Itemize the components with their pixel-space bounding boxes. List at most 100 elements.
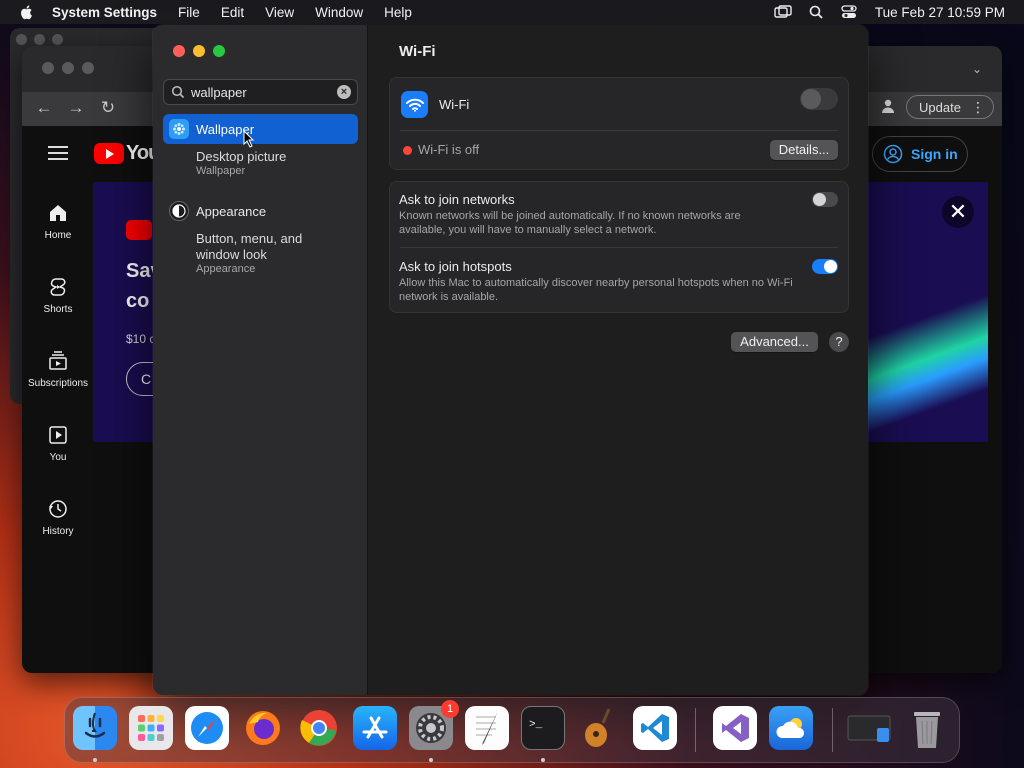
wifi-label: Wi-Fi: [439, 97, 470, 112]
traffic-light-dim: [34, 34, 45, 45]
dock-textedit[interactable]: [465, 706, 509, 750]
yt-nav-shorts[interactable]: Shorts: [22, 276, 94, 315]
screen-mirroring-icon[interactable]: [774, 5, 792, 19]
spotlight-search-icon[interactable]: [807, 5, 825, 19]
downloads-stack-icon: [847, 715, 891, 742]
search-result-appearance[interactable]: Appearance Button, menu, and window look…: [163, 196, 358, 276]
yt-nav-home[interactable]: Home: [22, 202, 94, 241]
sidebar-item-appearance[interactable]: Appearance: [163, 196, 358, 226]
history-icon: [49, 500, 67, 518]
wifi-toggle[interactable]: [800, 88, 838, 110]
terminal-icon: >_: [529, 719, 543, 731]
apple-menu-icon[interactable]: [19, 4, 35, 20]
menu-help[interactable]: Help: [384, 5, 412, 20]
back-arrow-icon[interactable]: ←: [34, 98, 54, 118]
menubar-clock[interactable]: Tue Feb 27 10:59 PM: [875, 5, 1005, 20]
more-vertical-icon[interactable]: ⋮: [971, 99, 985, 116]
update-button[interactable]: Update ⋮: [906, 95, 994, 119]
forward-arrow-icon[interactable]: →: [66, 98, 86, 118]
update-label: Update: [919, 100, 961, 115]
menu-window[interactable]: Window: [315, 5, 363, 20]
search-result-wallpaper[interactable]: Wallpaper Desktop picture Wallpaper: [163, 114, 358, 178]
dock-finder[interactable]: [73, 706, 117, 750]
launchpad-icon: [138, 715, 164, 741]
close-window-button[interactable]: [173, 45, 185, 57]
running-indicator: [429, 758, 433, 762]
youtube-logo[interactable]: You: [94, 142, 160, 165]
finder-icon: [84, 712, 106, 738]
result-label: Appearance: [196, 203, 267, 219]
dock-vscode[interactable]: [633, 706, 677, 750]
sign-in-button[interactable]: Sign in: [872, 136, 968, 172]
clear-search-icon[interactable]: ×: [337, 85, 351, 99]
system-settings-window: × Wallpaper Desktop picture Wallpaper Ap…: [153, 25, 868, 695]
sidebar-item-wallpaper[interactable]: Wallpaper: [163, 114, 358, 144]
yt-nav-label: History: [42, 526, 74, 537]
reload-icon[interactable]: ↻: [98, 98, 118, 118]
dock-firefox[interactable]: [241, 706, 285, 750]
search-subresult-button-menu-window-look[interactable]: Button, menu, and window look Appearance: [163, 231, 313, 276]
youtube-play-icon: [94, 143, 124, 164]
dock-safari[interactable]: [185, 706, 229, 750]
dock: 1 >_: [64, 697, 960, 763]
dock-app-store[interactable]: [353, 706, 397, 750]
minimize-window-button[interactable]: [193, 45, 205, 57]
chevron-down-icon[interactable]: ⌄: [972, 62, 982, 76]
ask-join-networks-toggle[interactable]: [812, 192, 838, 207]
yt-nav-you[interactable]: You: [22, 424, 94, 463]
menu-view[interactable]: View: [265, 5, 294, 20]
safari-icon: [191, 712, 223, 744]
subresult-category: Wallpaper: [196, 165, 246, 177]
traffic-light-dim: [42, 62, 54, 74]
dock-visual-studio[interactable]: [713, 706, 757, 750]
details-button[interactable]: Details...: [770, 140, 838, 160]
menubar-app-name[interactable]: System Settings: [52, 5, 157, 20]
divider: [400, 247, 838, 248]
dock-launchpad[interactable]: [129, 706, 173, 750]
ask-join-hotspots-toggle[interactable]: [812, 259, 838, 274]
settings-sidebar: × Wallpaper Desktop picture Wallpaper Ap…: [153, 25, 368, 695]
dock-system-settings[interactable]: 1: [409, 700, 459, 750]
shorts-icon: [50, 278, 66, 296]
zoom-window-button[interactable]: [213, 45, 225, 57]
visual-studio-icon: [722, 714, 749, 742]
help-button[interactable]: ?: [829, 332, 849, 352]
appearance-icon: [169, 201, 189, 221]
dock-terminal[interactable]: >_: [521, 706, 565, 750]
settings-search-field[interactable]: ×: [163, 79, 358, 105]
yt-nav-label: You: [49, 452, 67, 463]
yt-nav-subscriptions[interactable]: Subscriptions: [22, 350, 94, 389]
menu-file[interactable]: File: [178, 5, 200, 20]
banner-headline-2: co: [126, 290, 150, 312]
yt-nav-history[interactable]: History: [22, 498, 94, 537]
home-icon: [50, 205, 66, 221]
dock-trash[interactable]: [905, 706, 949, 750]
dock-garageband[interactable]: [577, 706, 621, 750]
dock-weather[interactable]: [769, 706, 813, 750]
yt-nav-label: Shorts: [43, 304, 73, 315]
search-input[interactable]: [191, 84, 331, 100]
profile-icon[interactable]: [880, 98, 896, 114]
dock-chrome[interactable]: [297, 706, 341, 750]
ask-join-networks-label: Ask to join networks: [399, 192, 515, 207]
traffic-light-dim: [62, 62, 74, 74]
dock-downloads-stack[interactable]: [847, 706, 891, 750]
wifi-status-text: Wi-Fi is off: [418, 142, 480, 157]
app-store-icon: [362, 716, 388, 739]
banner-close-icon[interactable]: ✕: [942, 196, 974, 228]
search-subresult-desktop-picture[interactable]: Desktop picture Wallpaper: [163, 149, 358, 178]
account-circle-icon: [883, 144, 903, 164]
traffic-light-dim: [16, 34, 27, 45]
menu-edit[interactable]: Edit: [221, 5, 244, 20]
control-center-icon[interactable]: [840, 5, 858, 19]
traffic-light-dim: [52, 34, 63, 45]
weather-icon: [776, 718, 805, 738]
svg-text:>_: >_: [529, 719, 543, 731]
advanced-button[interactable]: Advanced...: [731, 332, 818, 352]
hamburger-menu-icon[interactable]: [48, 146, 68, 160]
subresult-title: Button, menu, and window look: [196, 231, 303, 262]
yt-nav-label: Home: [44, 230, 72, 241]
subresult-title: Desktop picture: [196, 149, 287, 164]
vscode-icon: [641, 714, 669, 742]
running-indicator: [541, 758, 545, 762]
